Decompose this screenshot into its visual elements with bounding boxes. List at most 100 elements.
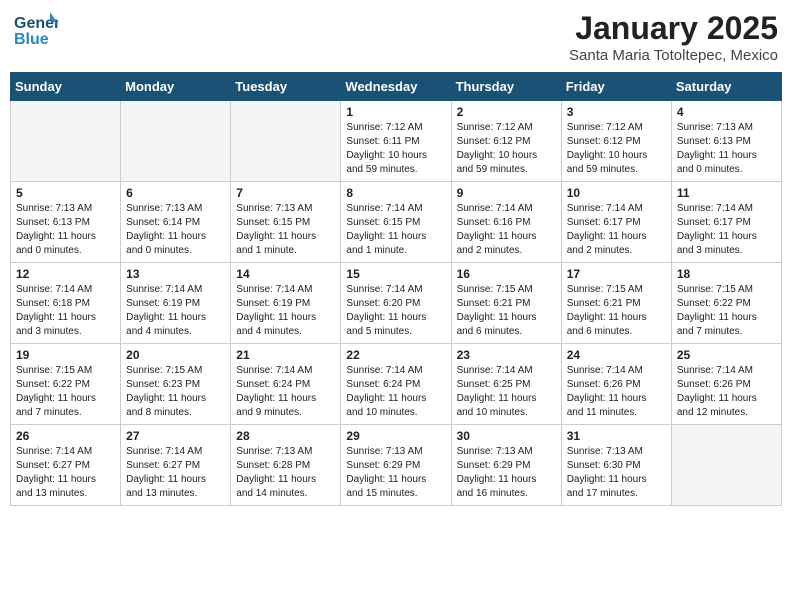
- day-info: Sunrise: 7:14 AMSunset: 6:19 PMDaylight:…: [236, 283, 335, 339]
- calendar-day: 18 Sunrise: 7:15 AMSunset: 6:22 PMDayligh…: [671, 263, 781, 344]
- day-info: Sunrise: 7:14 AMSunset: 6:27 PMDaylight:…: [126, 445, 225, 501]
- day-number: 2: [457, 105, 556, 119]
- day-info: Sunrise: 7:14 AMSunset: 6:19 PMDaylight:…: [126, 283, 225, 339]
- day-number: 27: [126, 429, 225, 443]
- calendar-week-1: 1 Sunrise: 7:12 AMSunset: 6:11 PMDaylight…: [11, 101, 782, 182]
- day-number: 15: [346, 267, 445, 281]
- day-info: Sunrise: 7:12 AMSunset: 6:12 PMDaylight:…: [457, 121, 556, 177]
- calendar-day: 1 Sunrise: 7:12 AMSunset: 6:11 PMDaylight…: [341, 101, 451, 182]
- day-number: 29: [346, 429, 445, 443]
- calendar-day: 12 Sunrise: 7:14 AMSunset: 6:18 PMDayligh…: [11, 263, 121, 344]
- day-info: Sunrise: 7:14 AMSunset: 6:15 PMDaylight:…: [346, 202, 445, 258]
- day-header-sunday: Sunday: [11, 73, 121, 101]
- day-number: 11: [677, 186, 776, 200]
- calendar-day: 26Sunrise: 7:14 AMSunset: 6:27 PMDayligh…: [11, 425, 121, 506]
- day-number: 1: [346, 105, 445, 119]
- calendar-day: 8 Sunrise: 7:14 AMSunset: 6:15 PMDaylight…: [341, 182, 451, 263]
- day-number: 5: [16, 186, 115, 200]
- day-info: Sunrise: 7:13 AMSunset: 6:28 PMDaylight:…: [236, 445, 335, 501]
- calendar-week-2: 5 Sunrise: 7:13 AMSunset: 6:13 PMDaylight…: [11, 182, 782, 263]
- day-number: 17: [567, 267, 666, 281]
- day-info: Sunrise: 7:12 AMSunset: 6:12 PMDaylight:…: [567, 121, 666, 177]
- day-info: Sunrise: 7:13 AMSunset: 6:29 PMDaylight:…: [457, 445, 556, 501]
- day-number: 10: [567, 186, 666, 200]
- calendar-header-row: SundayMondayTuesdayWednesdayThursdayFrid…: [11, 73, 782, 101]
- day-info: Sunrise: 7:13 AMSunset: 6:14 PMDaylight:…: [126, 202, 225, 258]
- calendar-day: 6 Sunrise: 7:13 AMSunset: 6:14 PMDaylight…: [121, 182, 231, 263]
- day-number: 18: [677, 267, 776, 281]
- day-number: 23: [457, 348, 556, 362]
- day-info: Sunrise: 7:13 AMSunset: 6:30 PMDaylight:…: [567, 445, 666, 501]
- day-number: 3: [567, 105, 666, 119]
- day-info: Sunrise: 7:15 AMSunset: 6:21 PMDaylight:…: [457, 283, 556, 339]
- day-info: Sunrise: 7:14 AMSunset: 6:17 PMDaylight:…: [677, 202, 776, 258]
- location: Santa Maria Totoltepec, Mexico: [569, 47, 778, 64]
- day-info: Sunrise: 7:14 AMSunset: 6:24 PMDaylight:…: [346, 364, 445, 420]
- day-header-thursday: Thursday: [451, 73, 561, 101]
- calendar-day: 9Sunrise: 7:14 AMSunset: 6:16 PMDaylight…: [451, 182, 561, 263]
- day-number: 12: [16, 267, 115, 281]
- svg-text:Blue: Blue: [14, 31, 49, 48]
- calendar-week-3: 12 Sunrise: 7:14 AMSunset: 6:18 PMDayligh…: [11, 263, 782, 344]
- day-info: Sunrise: 7:14 AMSunset: 6:26 PMDaylight:…: [677, 364, 776, 420]
- calendar-day: 24 Sunrise: 7:14 AMSunset: 6:26 PMDayligh…: [561, 344, 671, 425]
- day-header-friday: Friday: [561, 73, 671, 101]
- day-number: 6: [126, 186, 225, 200]
- day-header-tuesday: Tuesday: [231, 73, 341, 101]
- day-number: 25: [677, 348, 776, 362]
- day-info: Sunrise: 7:12 AMSunset: 6:11 PMDaylight:…: [346, 121, 445, 177]
- day-header-monday: Monday: [121, 73, 231, 101]
- calendar-day: 30Sunrise: 7:13 AMSunset: 6:29 PMDayligh…: [451, 425, 561, 506]
- day-info: Sunrise: 7:13 AMSunset: 6:13 PMDaylight:…: [677, 121, 776, 177]
- calendar-day: [231, 101, 341, 182]
- calendar-day: 28 Sunrise: 7:13 AMSunset: 6:28 PMDayligh…: [231, 425, 341, 506]
- day-number: 20: [126, 348, 225, 362]
- calendar-day: [671, 425, 781, 506]
- calendar-day: 7Sunrise: 7:13 AMSunset: 6:15 PMDaylight…: [231, 182, 341, 263]
- calendar-day: 19Sunrise: 7:15 AMSunset: 6:22 PMDayligh…: [11, 344, 121, 425]
- day-number: 13: [126, 267, 225, 281]
- day-number: 14: [236, 267, 335, 281]
- day-header-saturday: Saturday: [671, 73, 781, 101]
- day-info: Sunrise: 7:14 AMSunset: 6:20 PMDaylight:…: [346, 283, 445, 339]
- day-info: Sunrise: 7:15 AMSunset: 6:22 PMDaylight:…: [16, 364, 115, 420]
- day-info: Sunrise: 7:13 AMSunset: 6:15 PMDaylight:…: [236, 202, 335, 258]
- day-info: Sunrise: 7:14 AMSunset: 6:18 PMDaylight:…: [16, 283, 115, 339]
- day-number: 9: [457, 186, 556, 200]
- day-info: Sunrise: 7:15 AMSunset: 6:21 PMDaylight:…: [567, 283, 666, 339]
- day-number: 28: [236, 429, 335, 443]
- title-block: January 2025 Santa Maria Totoltepec, Mex…: [569, 10, 778, 64]
- calendar-day: 25 Sunrise: 7:14 AMSunset: 6:26 PMDayligh…: [671, 344, 781, 425]
- day-number: 21: [236, 348, 335, 362]
- month-title: January 2025: [569, 10, 778, 47]
- day-info: Sunrise: 7:15 AMSunset: 6:22 PMDaylight:…: [677, 283, 776, 339]
- day-number: 22: [346, 348, 445, 362]
- day-info: Sunrise: 7:14 AMSunset: 6:26 PMDaylight:…: [567, 364, 666, 420]
- calendar-week-5: 26 Sunrise: 7:14 AMSunset: 6:27 PMDayligh…: [11, 425, 782, 506]
- day-number: 24: [567, 348, 666, 362]
- calendar-day: 22 Sunrise: 7:14 AMSunset: 6:24 PMDayligh…: [341, 344, 451, 425]
- day-info: Sunrise: 7:14 AMSunset: 6:17 PMDaylight:…: [567, 202, 666, 258]
- calendar-day: 17 Sunrise: 7:15 AMSunset: 6:21 PMDayligh…: [561, 263, 671, 344]
- page-header: General Blue January 2025 Santa Maria To…: [10, 10, 782, 64]
- calendar-day: 11 Sunrise: 7:14 AMSunset: 6:17 PMDayligh…: [671, 182, 781, 263]
- calendar-day: 20Sunrise: 7:15 AMSunset: 6:23 PMDayligh…: [121, 344, 231, 425]
- day-info: Sunrise: 7:13 AMSunset: 6:13 PMDaylight:…: [16, 202, 115, 258]
- day-number: 26: [16, 429, 115, 443]
- calendar-day: 29Sunrise: 7:13 AMSunset: 6:29 PMDayligh…: [341, 425, 451, 506]
- calendar-day: 10 Sunrise: 7:14 AMSunset: 6:17 PMDayligh…: [561, 182, 671, 263]
- calendar-day: 31 Sunrise: 7:13 AMSunset: 6:30 PMDayligh…: [561, 425, 671, 506]
- calendar-day: 23Sunrise: 7:14 AMSunset: 6:25 PMDayligh…: [451, 344, 561, 425]
- calendar-day: 5 Sunrise: 7:13 AMSunset: 6:13 PMDaylight…: [11, 182, 121, 263]
- day-number: 4: [677, 105, 776, 119]
- calendar-day: 2 Sunrise: 7:12 AMSunset: 6:12 PMDaylight…: [451, 101, 561, 182]
- calendar-day: 15 Sunrise: 7:14 AMSunset: 6:20 PMDayligh…: [341, 263, 451, 344]
- logo-icon: General Blue: [14, 10, 54, 45]
- day-number: 31: [567, 429, 666, 443]
- day-number: 16: [457, 267, 556, 281]
- calendar-week-4: 19Sunrise: 7:15 AMSunset: 6:22 PMDayligh…: [11, 344, 782, 425]
- calendar-day: 13 Sunrise: 7:14 AMSunset: 6:19 PMDayligh…: [121, 263, 231, 344]
- day-header-wednesday: Wednesday: [341, 73, 451, 101]
- day-info: Sunrise: 7:14 AMSunset: 6:24 PMDaylight:…: [236, 364, 335, 420]
- day-number: 8: [346, 186, 445, 200]
